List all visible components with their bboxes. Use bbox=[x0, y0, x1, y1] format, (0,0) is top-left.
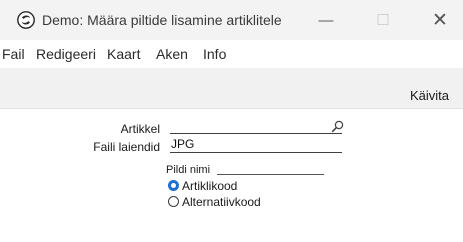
maximize-icon[interactable]: ☐ bbox=[360, 0, 406, 40]
artikkel-field[interactable] bbox=[170, 118, 342, 134]
menu-item-aken[interactable]: Aken bbox=[156, 46, 188, 62]
window-title: Demo: Määra piltide lisamine artiklitele bbox=[42, 12, 282, 28]
minimize-icon[interactable]: — bbox=[303, 0, 349, 40]
form-area: Artikkel Faili laiendid JPG Pildi nimi A… bbox=[0, 109, 463, 242]
magnifier-icon[interactable] bbox=[331, 120, 344, 133]
app-icon bbox=[17, 11, 35, 29]
menu-item-info[interactable]: Info bbox=[203, 46, 226, 62]
radio-artiklikood[interactable] bbox=[168, 180, 179, 191]
radio-alternatiivkood[interactable] bbox=[168, 196, 179, 207]
menu-item-fail[interactable]: Fail bbox=[2, 46, 25, 62]
button-bar: Käivita bbox=[0, 68, 463, 109]
menu-item-redigeeri[interactable]: Redigeeri bbox=[36, 46, 96, 62]
radio-artiklikood-label[interactable]: Artiklikood bbox=[182, 179, 237, 193]
menu-item-kaart[interactable]: Kaart bbox=[107, 46, 140, 62]
app-window: Demo: Määra piltide lisamine artiklitele… bbox=[0, 0, 463, 242]
close-icon[interactable]: ✕ bbox=[417, 0, 463, 40]
faili-laiendid-label: Faili laiendid bbox=[93, 140, 160, 154]
run-button[interactable]: Käivita bbox=[410, 88, 449, 103]
artikkel-label: Artikkel bbox=[120, 122, 160, 136]
faili-laiendid-field[interactable]: JPG bbox=[170, 137, 342, 153]
pildi-nimi-label: Pildi nimi bbox=[166, 164, 211, 176]
menu-bar: Fail Redigeeri Kaart Aken Info bbox=[0, 40, 463, 68]
title-bar[interactable]: Demo: Määra piltide lisamine artiklitele… bbox=[0, 0, 463, 40]
group-divider bbox=[217, 174, 324, 175]
radio-alternatiivkood-label[interactable]: Alternatiivkood bbox=[182, 195, 261, 209]
